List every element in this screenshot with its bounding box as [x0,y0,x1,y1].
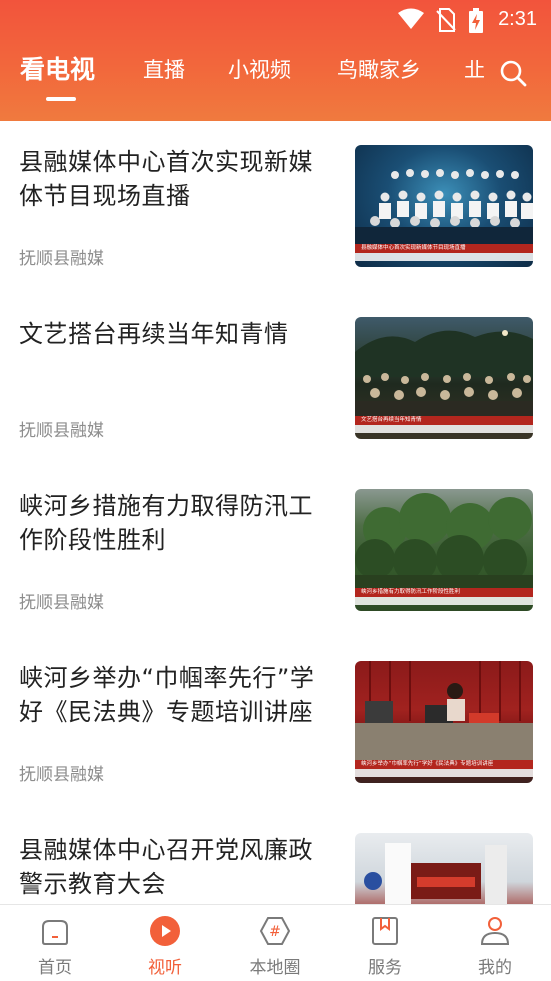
item-title[interactable]: 文艺搭台再续当年知青情 [19,317,337,351]
tab-hometown-aerial[interactable]: 鸟瞰家乡 [337,52,421,88]
thumbnail-caption-bar [355,597,533,605]
thumbnail-caption: 文艺搭台再续当年知青情 [355,416,533,425]
item-source: 抚顺县融媒 [19,249,104,269]
nav-label: 我的 [478,958,512,978]
item-source: 抚顺县融媒 [19,765,104,785]
nav-label: 首页 [38,958,72,978]
play-icon [149,915,181,947]
item-source: 抚顺县融媒 [19,421,104,441]
thumbnail-caption: 县融媒体中心首次实现新媒体节目现场直播 [355,244,533,253]
feed-item[interactable]: 县融媒体中心首次实现新媒体节目现场直播 抚顺县融媒 县融媒体中心首次实现新媒体节… [0,121,551,293]
nav-label: 视听 [148,958,182,978]
nav-label: 服务 [368,958,402,978]
item-thumbnail[interactable]: 峡河乡举办“巾帼率先行”学好《民法典》专题培训讲座 [355,661,533,783]
hashtag-icon: # [259,915,291,947]
nav-local-circle[interactable]: # 本地圈 [220,905,330,981]
item-title[interactable]: 县融媒体中心首次实现新媒体节目现场直播 [19,145,337,213]
tab-watch-tv[interactable]: 看电视 [20,52,95,88]
nav-services[interactable]: 服务 [330,905,440,981]
item-thumbnail[interactable]: 峡河乡措施有力取得防汛工作阶段性胜利 [355,489,533,611]
bookmark-icon [369,915,401,947]
item-title[interactable]: 县融媒体中心召开党风廉政警示教育大会 [19,833,337,901]
item-thumbnail[interactable]: 县融媒体中心首次实现新媒体节目现场直播 [355,145,533,267]
bottom-navigation: 首页 视听 # 本地圈 服务 我的 [0,904,551,981]
thumbnail-caption-bar [355,425,533,433]
search-icon [498,60,528,92]
user-icon [479,915,511,947]
item-source: 抚顺县融媒 [19,593,104,613]
tab-overflow-partial[interactable]: 㐀 [464,52,494,90]
nav-home[interactable]: 首页 [0,905,110,981]
thumbnail-caption-bar [355,769,533,777]
home-icon [39,915,71,947]
nav-label: 本地圈 [249,958,301,978]
item-title[interactable]: 峡河乡措施有力取得防汛工作阶段性胜利 [19,489,337,557]
nav-mine[interactable]: 我的 [440,905,550,981]
battery-charging-icon [468,8,484,38]
app-header: 2:31 看电视 直播 小视频 鸟瞰家乡 㐀 [0,0,551,121]
thumbnail-caption: 峡河乡措施有力取得防汛工作阶段性胜利 [355,588,533,597]
active-tab-indicator [46,97,76,101]
feed-item[interactable]: 峡河乡举办“巾帼率先行”学好《民法典》专题培训讲座 抚顺县融媒 峡河乡举办“巾帼… [0,637,551,809]
feed-item[interactable]: 县融媒体中心召开党风廉政警示教育大会 [0,809,551,904]
feed-item[interactable]: 峡河乡措施有力取得防汛工作阶段性胜利 抚顺县融媒 峡河乡措施有力取得防汛工作阶段… [0,465,551,637]
status-bar: 2:31 [0,0,551,40]
thumbnail-caption-bar [355,253,533,261]
nav-audiovisual[interactable]: 视听 [110,905,220,981]
item-thumbnail[interactable] [355,833,533,904]
tab-live[interactable]: 直播 [143,52,185,88]
no-sim-icon [436,8,456,36]
feed-item[interactable]: 文艺搭台再续当年知青情 抚顺县融媒 文艺搭台再续当年知青情 [0,293,551,465]
tab-short-video[interactable]: 小视频 [228,52,291,88]
search-button[interactable] [498,58,530,90]
thumbnail-caption: 峡河乡举办“巾帼率先行”学好《民法典》专题培训讲座 [355,760,533,769]
item-thumbnail[interactable]: 文艺搭台再续当年知青情 [355,317,533,439]
video-feed[interactable]: 县融媒体中心首次实现新媒体节目现场直播 抚顺县融媒 县融媒体中心首次实现新媒体节… [0,121,551,904]
item-title[interactable]: 峡河乡举办“巾帼率先行”学好《民法典》专题培训讲座 [19,661,337,729]
status-time: 2:31 [498,8,537,30]
svg-text:#: # [269,924,281,940]
wifi-icon [398,8,424,34]
